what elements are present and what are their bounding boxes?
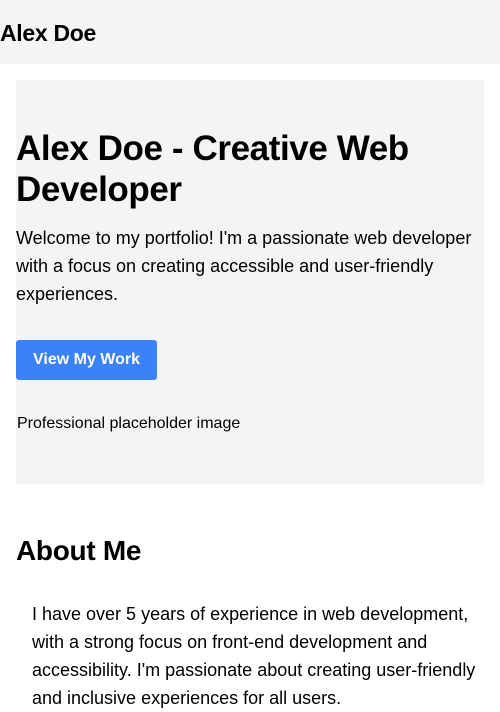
site-header: Alex Doe (0, 0, 500, 64)
hero-title: Alex Doe - Creative Web Developer (16, 129, 409, 209)
hero-image: Professional placeholder image (16, 413, 240, 435)
hero-image-alt-text: Professional placeholder image (17, 415, 241, 432)
hero-section: Alex Doe - Creative Web Developer Welcom… (16, 80, 484, 484)
about-title: About Me (16, 535, 142, 566)
view-my-work-button[interactable]: View My Work (16, 340, 157, 380)
about-text: I have over 5 years of experience in web… (32, 604, 476, 708)
site-title: Alex Doe (0, 20, 97, 46)
hero-intro-text: Welcome to my portfolio! I'm a passionat… (16, 228, 472, 304)
